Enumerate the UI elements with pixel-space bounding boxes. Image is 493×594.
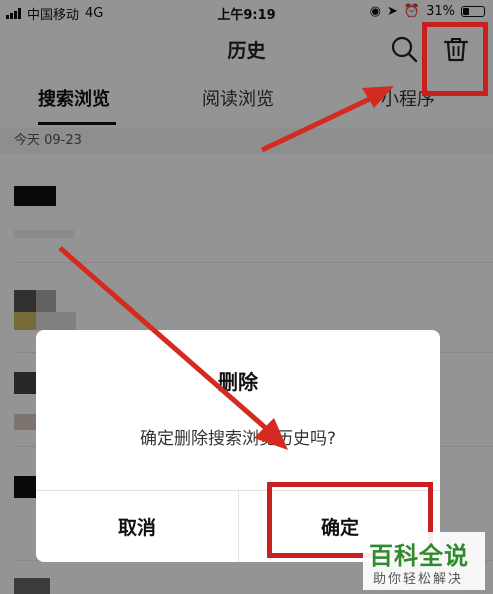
watermark-slogan: 助你轻松解决 xyxy=(373,572,464,587)
dialog-message: 确定删除搜索浏览历史吗? xyxy=(139,429,337,449)
screen: 中国移动 4G 上午9:19 ◉ ➤ ⏰ 31% 历史 搜索浏览 阅读浏览 小程… xyxy=(0,0,493,594)
trash-highlight-box xyxy=(422,22,488,96)
dialog-title: 删除 xyxy=(218,370,258,394)
watermark: 百科全说 助你轻松解决 xyxy=(363,532,485,590)
watermark-logo-text: 百科全说 xyxy=(369,542,469,570)
cancel-button[interactable]: 取消 xyxy=(36,491,238,562)
